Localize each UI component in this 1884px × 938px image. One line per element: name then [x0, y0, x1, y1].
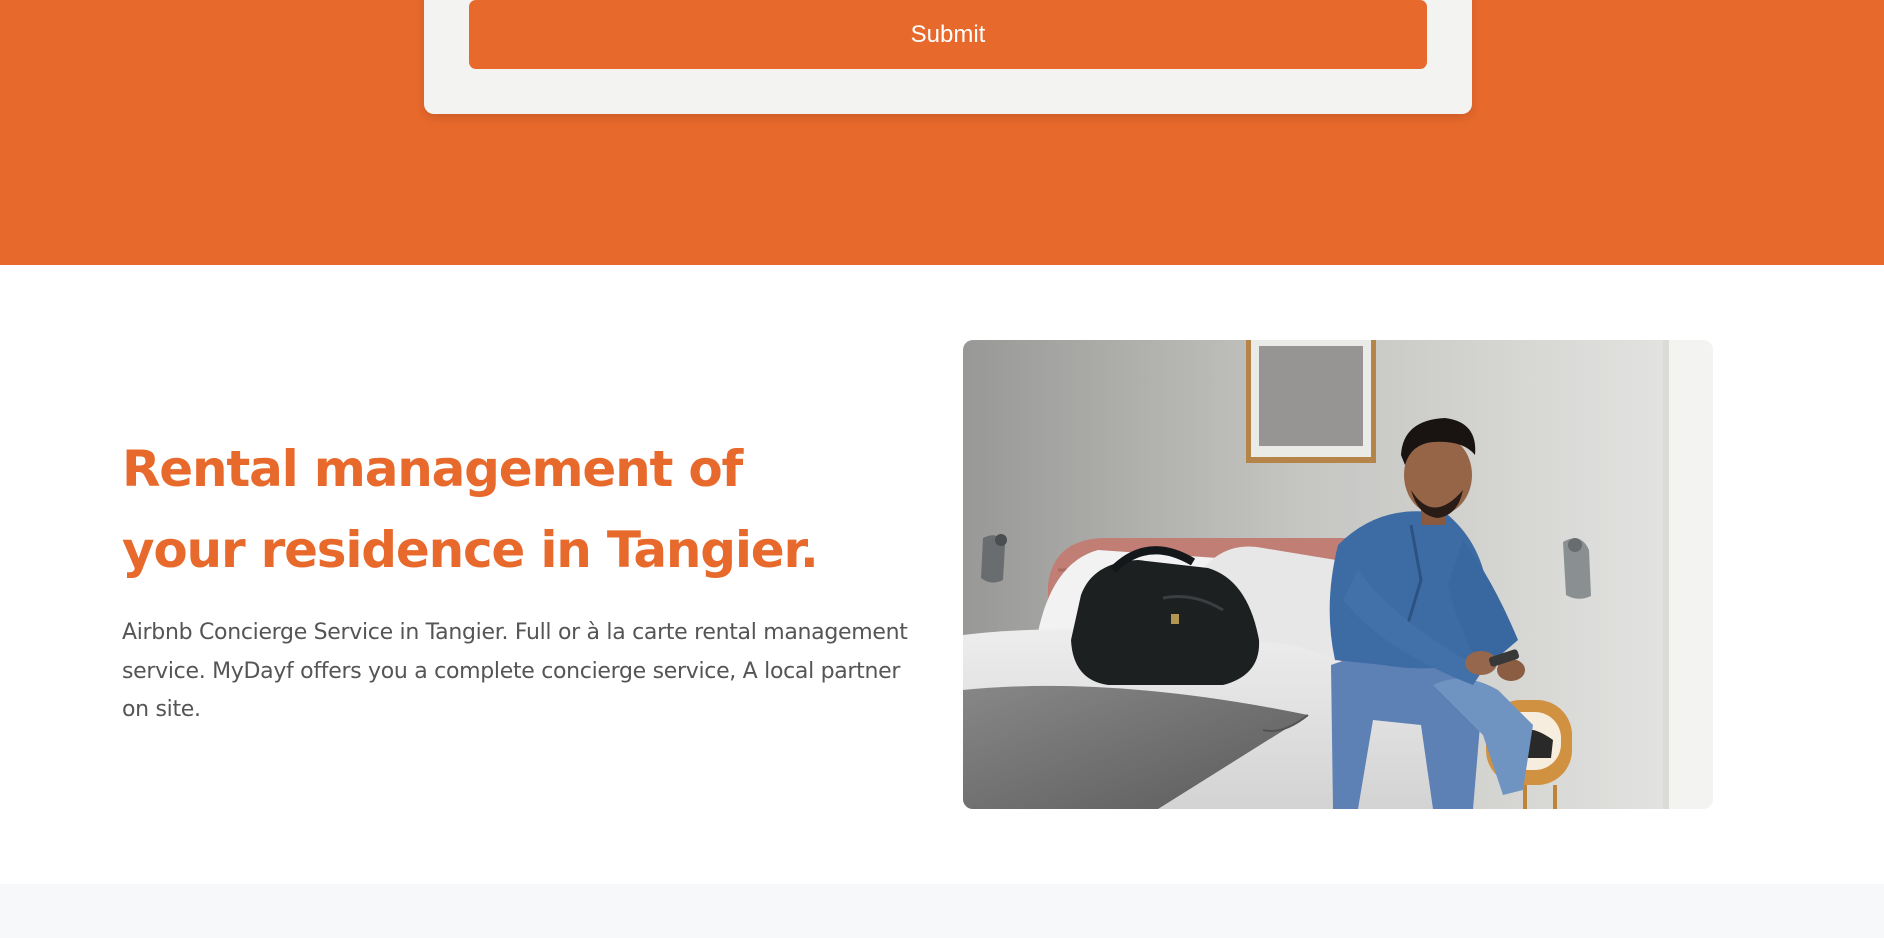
section-description: Airbnb Concierge Service in Tangier. Ful… [122, 620, 908, 722]
man-on-bed-photo [963, 340, 1713, 809]
section-heading: Rental management of your residence in T… [122, 440, 819, 579]
next-section-strip [0, 884, 1884, 938]
contact-form-card: Submit [424, 0, 1472, 114]
hero-section: Submit [0, 0, 1884, 265]
rental-management-section: Rental management of your residence in T… [0, 265, 1884, 884]
submit-button[interactable]: Submit [469, 0, 1427, 69]
